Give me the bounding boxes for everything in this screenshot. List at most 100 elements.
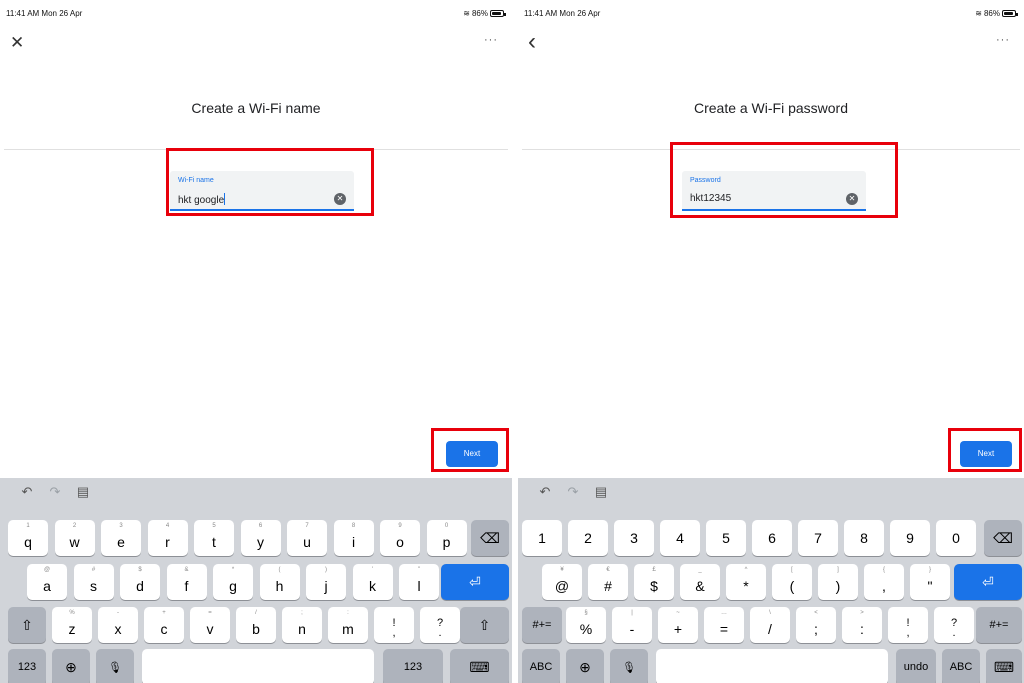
password-field[interactable]: Password hkt12345 ✕: [682, 171, 866, 211]
key-symbol-8[interactable]: ? .: [420, 607, 460, 643]
key-label: ⏎: [982, 574, 994, 590]
paste-icon[interactable]: ▤: [76, 484, 90, 500]
key-0[interactable]: 0: [936, 520, 976, 556]
key-sym2-4[interactable]: \ /: [750, 607, 790, 643]
key-7[interactable]: 7: [798, 520, 838, 556]
space-key[interactable]: [142, 649, 374, 683]
clear-icon[interactable]: ✕: [334, 193, 346, 205]
key-sym-3[interactable]: _ &: [680, 564, 720, 600]
undo-icon[interactable]: ↶: [20, 484, 34, 500]
key-4[interactable]: 4: [660, 520, 700, 556]
more-options-icon[interactable]: ···: [484, 34, 498, 46]
more-options-icon[interactable]: ···: [996, 34, 1010, 46]
more-symbols-left-key[interactable]: #+=: [522, 607, 562, 643]
keyboard-dismiss-icon[interactable]: ⌨: [450, 649, 509, 683]
key-3[interactable]: 3: [614, 520, 654, 556]
key-t[interactable]: 5t: [194, 520, 234, 556]
key-s[interactable]: # s: [73, 564, 114, 600]
back-chevron-icon[interactable]: ‹: [528, 30, 550, 54]
key-h[interactable]: (h: [259, 564, 300, 600]
key-p[interactable]: 0p: [426, 520, 467, 556]
key-a[interactable]: @ a: [27, 564, 67, 600]
key-j[interactable]: ) j: [306, 564, 346, 600]
field-value[interactable]: hkt12345: [690, 193, 731, 204]
paste-icon[interactable]: ▤: [594, 484, 608, 500]
undo-key[interactable]: undo: [896, 649, 936, 683]
key-sym-8[interactable]: } ": [910, 564, 950, 600]
key-l[interactable]: " l: [399, 564, 439, 600]
space-key[interactable]: [656, 649, 888, 683]
key-symbol-0[interactable]: % z: [52, 607, 92, 643]
key-symbol-1[interactable]: -x: [98, 607, 138, 643]
key-o[interactable]: 9o: [380, 520, 420, 556]
key-symbol-2[interactable]: + c: [144, 607, 184, 643]
key-r[interactable]: 4r: [147, 520, 188, 556]
key-g[interactable]: * g: [213, 564, 253, 600]
key-q[interactable]: 1q: [8, 520, 48, 556]
key-sym2-6[interactable]: >:: [842, 607, 882, 643]
key-e[interactable]: 3e: [101, 520, 141, 556]
undo-icon[interactable]: ↶: [538, 484, 552, 500]
key-d[interactable]: $ d: [120, 564, 160, 600]
globe-icon[interactable]: ⊕: [566, 649, 604, 683]
shift-right-key[interactable]: ⇧: [460, 607, 509, 643]
globe-icon[interactable]: ⊕: [52, 649, 90, 683]
key-sym-5[interactable]: [(: [772, 564, 812, 600]
key-5[interactable]: 5: [706, 520, 746, 556]
key-sym2-1[interactable]: | -: [612, 607, 652, 643]
key-i[interactable]: 8i: [333, 520, 374, 556]
key-8[interactable]: 8: [844, 520, 884, 556]
more-symbols-right-key[interactable]: #+=: [976, 607, 1022, 643]
key-1[interactable]: 1: [522, 520, 562, 556]
microphone-icon[interactable]: 🎙: [96, 649, 134, 683]
key-hint: @: [43, 567, 51, 573]
shift-left-key[interactable]: ⇧: [8, 607, 46, 643]
key-symbol-4[interactable]: / b: [236, 607, 276, 643]
key-sym-6[interactable]: ]): [818, 564, 858, 600]
abc-key[interactable]: ABC: [522, 649, 560, 683]
clear-icon[interactable]: ✕: [846, 193, 858, 205]
key-sym-2[interactable]: £ $: [634, 564, 674, 600]
key-sym-1[interactable]: € #: [588, 564, 628, 600]
key-w[interactable]: 2w: [54, 520, 95, 556]
abc-right-key[interactable]: ABC: [942, 649, 980, 683]
key-sym2-7[interactable]: ! ,: [888, 607, 928, 643]
field-value[interactable]: hkt google: [178, 193, 226, 206]
key-sym-4[interactable]: ^ *: [726, 564, 766, 600]
return-key[interactable]: ⏎: [441, 564, 509, 600]
key-hint: ¥: [560, 567, 564, 573]
key-sym2-8[interactable]: ? .: [934, 607, 974, 643]
wifi-name-field[interactable]: Wi-Fi name hkt google ✕: [170, 171, 354, 211]
key-9[interactable]: 9: [890, 520, 930, 556]
keyboard: ↶ ↷ ▤ 1 q 2 w 3 e 4 r 5 t 6 y 7 u 8 i 9 o 0 p ⌫ @ a # s $ d & f * g(h)…: [0, 478, 512, 683]
next-button[interactable]: Next: [960, 441, 1012, 467]
redo-icon[interactable]: ↷: [566, 484, 580, 500]
key-symbol-5[interactable]: ; n: [282, 607, 322, 643]
microphone-icon[interactable]: 🎙: [610, 649, 648, 683]
backspace-key[interactable]: ⌫: [984, 520, 1022, 556]
key-2[interactable]: 2: [568, 520, 608, 556]
numbers-right-key[interactable]: 123: [383, 649, 443, 683]
redo-icon[interactable]: ↷: [48, 484, 62, 500]
key-label: ABC: [529, 661, 553, 673]
key-sym2-5[interactable]: <;: [796, 607, 836, 643]
key-sym2-3[interactable]: … =: [704, 607, 744, 643]
keyboard-dismiss-icon[interactable]: ⌨: [986, 649, 1022, 683]
key-6[interactable]: 6: [752, 520, 792, 556]
backspace-key[interactable]: ⌫: [471, 520, 509, 556]
key-symbol-3[interactable]: = v: [190, 607, 230, 643]
next-button[interactable]: Next: [446, 441, 498, 467]
key-sym2-2[interactable]: ~ +: [658, 607, 698, 643]
key-f[interactable]: & f: [166, 564, 207, 600]
key-y[interactable]: 6y: [240, 520, 281, 556]
key-k[interactable]: ' k: [352, 564, 393, 600]
key-symbol-7[interactable]: ! ,: [374, 607, 414, 643]
key-sym2-0[interactable]: §%: [566, 607, 606, 643]
key-u[interactable]: 7u: [287, 520, 327, 556]
numbers-key[interactable]: 123: [8, 649, 46, 683]
key-sym-7[interactable]: {,: [864, 564, 904, 600]
return-key[interactable]: ⏎: [954, 564, 1022, 600]
key-sym-0[interactable]: ¥ @: [542, 564, 582, 600]
close-icon[interactable]: ✕: [10, 33, 32, 53]
key-symbol-6[interactable]: :m: [328, 607, 368, 643]
